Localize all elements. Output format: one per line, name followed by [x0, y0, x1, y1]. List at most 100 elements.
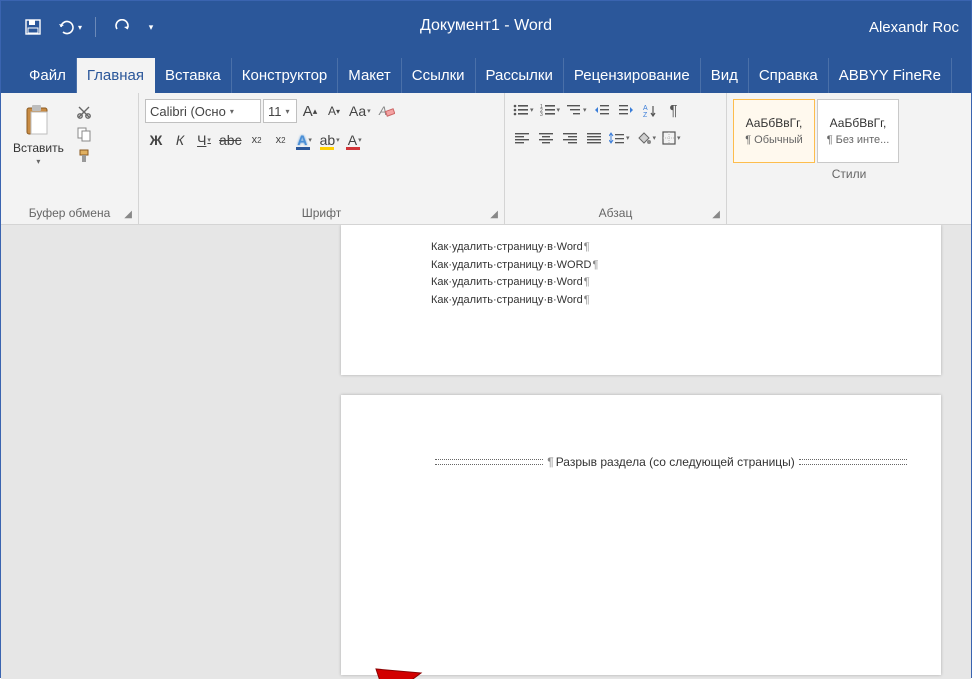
change-case-button[interactable]: Aa▾ — [347, 100, 373, 122]
tab-help[interactable]: Справка — [749, 58, 829, 93]
text-line[interactable]: Как·удалить·страницу·в·Word — [431, 274, 861, 292]
bullets-icon — [513, 103, 529, 117]
grow-font-button[interactable]: A▴ — [299, 100, 321, 122]
group-clipboard-label: Буфер обмена◢ — [1, 204, 138, 224]
qat-separator — [95, 17, 96, 37]
group-styles-label: Стили — [727, 165, 971, 185]
sort-icon: AZ — [643, 103, 657, 117]
bucket-icon — [636, 131, 652, 145]
app-name: Word — [514, 17, 552, 34]
undo-button[interactable]: ▾ — [53, 11, 85, 43]
bullets-button[interactable]: ▾ — [511, 99, 536, 121]
group-font-label: Шрифт◢ — [139, 204, 504, 224]
tab-layout[interactable]: Макет — [338, 58, 401, 93]
copy-button[interactable] — [74, 125, 94, 143]
group-font: Calibri (Осно▾ 11▾ A▴ A▾ Aa▾ A Ж К Ч▾ ab… — [139, 93, 505, 224]
font-name-combo[interactable]: Calibri (Осно▾ — [145, 99, 261, 123]
sort-button[interactable]: AZ — [639, 99, 661, 121]
line-spacing-button[interactable]: ▾ — [607, 127, 632, 149]
paragraph-launcher[interactable]: ◢ — [712, 209, 720, 220]
clear-format-button[interactable]: A — [375, 100, 397, 122]
outdent-icon — [594, 103, 610, 117]
document-name: Документ1 — [420, 17, 500, 34]
document-area[interactable]: Как·удалить·страницу·в·Word Как·удалить·… — [1, 225, 971, 679]
group-paragraph-label: Абзац◢ — [505, 204, 726, 224]
paste-button[interactable]: Вставить ▾ — [7, 99, 70, 170]
text-line[interactable]: Как·удалить·страницу·в·WORD — [431, 257, 861, 275]
strike-button[interactable]: abc — [217, 129, 244, 151]
redo-button[interactable] — [106, 11, 138, 43]
tab-review[interactable]: Рецензирование — [564, 58, 701, 93]
scissors-icon — [76, 104, 92, 120]
multilevel-button[interactable]: ▾ — [564, 99, 589, 121]
group-styles: АаБбВвГг, ¶ Обычный АаБбВвГг, ¶ Без инте… — [727, 93, 971, 224]
subscript-button[interactable]: x2 — [246, 129, 268, 151]
svg-text:Z: Z — [643, 112, 648, 117]
tab-design[interactable]: Конструктор — [232, 58, 339, 93]
tab-references[interactable]: Ссылки — [402, 58, 476, 93]
align-left-icon — [515, 132, 529, 144]
quick-access-toolbar: ▾ ▾ — [1, 11, 160, 43]
clipboard-launcher[interactable]: ◢ — [124, 209, 132, 220]
highlight-button[interactable]: ab▾ — [318, 129, 342, 151]
bold-button[interactable]: Ж — [145, 129, 167, 151]
shrink-font-button[interactable]: A▾ — [323, 100, 345, 122]
indent-icon — [618, 103, 634, 117]
decrease-indent-button[interactable] — [591, 99, 613, 121]
align-right-icon — [563, 132, 577, 144]
align-center-button[interactable] — [535, 127, 557, 149]
redo-icon — [113, 19, 131, 35]
align-center-icon — [539, 132, 553, 144]
undo-icon — [56, 19, 76, 35]
text-line[interactable]: Как·удалить·страницу·в·Word — [431, 239, 861, 257]
align-right-button[interactable] — [559, 127, 581, 149]
underline-button[interactable]: Ч▾ — [193, 129, 215, 151]
clipboard-icon — [20, 103, 56, 139]
copy-icon — [76, 126, 92, 142]
save-icon — [24, 18, 42, 36]
style-no-spacing[interactable]: АаБбВвГг, ¶ Без инте... — [817, 99, 899, 163]
user-name[interactable]: Alexandr Roc — [869, 19, 959, 36]
tab-home[interactable]: Главная — [77, 58, 155, 93]
font-size-combo[interactable]: 11▾ — [263, 99, 297, 123]
tab-insert[interactable]: Вставка — [155, 58, 232, 93]
ribbon: Вставить ▾ Буфер обмена◢ Calibri (Осно▾ … — [1, 93, 971, 225]
superscript-button[interactable]: x2 — [270, 129, 292, 151]
qat-customize-button[interactable]: ▾ — [142, 11, 160, 43]
svg-text:3: 3 — [540, 112, 543, 117]
font-color-button[interactable]: A▾ — [344, 129, 366, 151]
tab-abbyy[interactable]: ABBYY FineRe — [829, 58, 952, 93]
document-page-2[interactable]: ¶Разрыв раздела (со следующей страницы) — [341, 395, 941, 675]
multilevel-icon — [566, 103, 582, 117]
brush-icon — [76, 148, 92, 164]
text-effects-button[interactable]: A▾ — [294, 129, 316, 151]
eraser-icon: A — [377, 103, 395, 119]
format-painter-button[interactable] — [74, 147, 94, 165]
style-normal[interactable]: АаБбВвГг, ¶ Обычный — [733, 99, 815, 163]
svg-text:A: A — [643, 105, 648, 112]
numbering-button[interactable]: 123▾ — [538, 99, 563, 121]
justify-icon — [587, 132, 601, 144]
document-page-1[interactable]: Как·удалить·страницу·в·Word Как·удалить·… — [341, 225, 941, 375]
numbering-icon: 123 — [540, 103, 556, 117]
italic-button[interactable]: К — [169, 129, 191, 151]
window-title: Документ1 - Word — [420, 17, 552, 35]
tab-view[interactable]: Вид — [701, 58, 749, 93]
clipboard-side — [74, 99, 94, 165]
justify-button[interactable] — [583, 127, 605, 149]
group-clipboard: Вставить ▾ Буфер обмена◢ — [1, 93, 139, 224]
shading-button[interactable]: ▾ — [634, 127, 659, 149]
tab-mailings[interactable]: Рассылки — [476, 58, 564, 93]
font-launcher[interactable]: ◢ — [490, 209, 498, 220]
section-break-marker[interactable]: ¶Разрыв раздела (со следующей страницы) — [431, 455, 911, 469]
show-marks-button[interactable]: ¶ — [663, 99, 685, 121]
save-button[interactable] — [17, 11, 49, 43]
borders-button[interactable]: ▾ — [660, 127, 683, 149]
increase-indent-button[interactable] — [615, 99, 637, 121]
text-line[interactable]: Как·удалить·страницу·в·Word — [431, 292, 861, 310]
borders-icon — [662, 131, 676, 145]
cut-button[interactable] — [74, 103, 94, 121]
group-paragraph: ▾ 123▾ ▾ AZ ¶ ▾ ▾ ▾ А — [505, 93, 727, 224]
tab-file[interactable]: Файл — [19, 58, 77, 93]
align-left-button[interactable] — [511, 127, 533, 149]
